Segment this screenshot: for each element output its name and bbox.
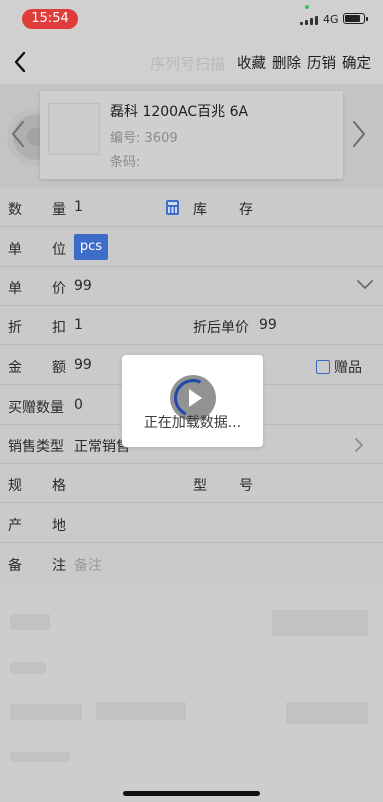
home-indicator bbox=[123, 791, 260, 796]
remark-label: 备注 bbox=[8, 558, 66, 574]
spec-label: 规格 bbox=[8, 478, 66, 494]
loading-toast: 正在加载数据... bbox=[122, 355, 263, 447]
back-button[interactable] bbox=[6, 48, 34, 76]
unit-label: 单位 bbox=[8, 242, 66, 258]
discount-label: 折扣 bbox=[8, 320, 66, 336]
price-input[interactable]: 99 bbox=[74, 278, 92, 294]
ghost-block bbox=[10, 704, 82, 720]
discount-price-label: 折后单价 bbox=[193, 320, 249, 336]
unit-selector[interactable]: pcs bbox=[74, 234, 108, 260]
remark-row: 备注 备注 bbox=[0, 544, 383, 583]
next-item-button[interactable] bbox=[351, 120, 367, 148]
stock-label: 库存 bbox=[193, 202, 253, 218]
calculator-icon[interactable] bbox=[166, 200, 179, 215]
page-title: 序列号扫描 bbox=[150, 55, 226, 73]
mic-indicator-icon bbox=[305, 5, 309, 9]
origin-label: 产地 bbox=[8, 518, 66, 534]
ghost-block bbox=[10, 662, 46, 674]
ghost-block bbox=[272, 610, 368, 636]
ghost-block bbox=[10, 614, 50, 630]
amount-input[interactable]: 99 bbox=[74, 357, 92, 373]
play-icon bbox=[189, 389, 202, 407]
price-row: 单价 99 bbox=[0, 267, 383, 306]
favorite-button[interactable]: 收藏 bbox=[237, 52, 266, 73]
status-bar: 15:54 4G bbox=[0, 0, 383, 40]
delete-button[interactable]: 删除 bbox=[272, 52, 301, 73]
chevron-left-icon bbox=[14, 51, 26, 73]
nav-actions: 收藏 删除 历销 确定 bbox=[237, 52, 371, 73]
network-type: 4G bbox=[323, 13, 339, 26]
product-thumbnail bbox=[48, 103, 100, 155]
quantity-input[interactable]: 1 bbox=[74, 199, 83, 215]
loading-text: 正在加载数据... bbox=[143, 415, 242, 431]
battery-icon bbox=[343, 13, 368, 24]
price-label: 单价 bbox=[8, 281, 66, 297]
unit-row: 单位 pcs bbox=[0, 228, 383, 267]
remark-input[interactable]: 备注 bbox=[74, 555, 102, 575]
confirm-button[interactable]: 确定 bbox=[342, 52, 371, 73]
discount-row: 折扣 1 折后单价 99 bbox=[0, 306, 383, 345]
checkbox-icon bbox=[316, 360, 330, 374]
product-card[interactable]: 磊科 1200AC百兆 6A 编号: 3609 条码: bbox=[40, 91, 343, 179]
quantity-label: 数量 bbox=[8, 202, 66, 218]
model-label: 型号 bbox=[193, 478, 253, 494]
product-carousel: 磊科 1200AC百兆 6A 编号: 3609 条码: bbox=[0, 84, 383, 188]
gift-checkbox[interactable]: 赠品 bbox=[316, 357, 362, 377]
gift-qty-input[interactable]: 0 bbox=[74, 397, 83, 413]
gift-qty-label: 买赠数量 bbox=[8, 400, 64, 416]
quantity-row: 数量 1 库存 bbox=[0, 188, 383, 227]
signal-icon bbox=[300, 15, 318, 25]
discount-price-input[interactable]: 99 bbox=[259, 317, 277, 333]
ghost-block bbox=[286, 702, 368, 724]
chevron-down-icon[interactable] bbox=[356, 279, 374, 291]
status-time: 15:54 bbox=[22, 9, 78, 29]
origin-row: 产地 bbox=[0, 504, 383, 543]
product-name: 磊科 1200AC百兆 6A bbox=[110, 104, 249, 120]
background-content bbox=[0, 584, 383, 802]
chevron-right-icon bbox=[355, 438, 364, 452]
product-barcode: 条码: bbox=[110, 155, 141, 170]
spec-row: 规格 型号 bbox=[0, 464, 383, 503]
discount-input[interactable]: 1 bbox=[74, 317, 83, 333]
ghost-block bbox=[10, 752, 70, 762]
ghost-block bbox=[96, 702, 186, 720]
product-code: 编号: 3609 bbox=[110, 131, 178, 146]
amount-label: 金额 bbox=[8, 360, 66, 376]
previous-item-button[interactable] bbox=[10, 120, 26, 148]
nav-bar: 序列号扫描 收藏 删除 历销 确定 bbox=[0, 40, 383, 84]
sale-type-label: 销售类型 bbox=[8, 439, 64, 455]
sales-history-button[interactable]: 历销 bbox=[307, 52, 336, 73]
